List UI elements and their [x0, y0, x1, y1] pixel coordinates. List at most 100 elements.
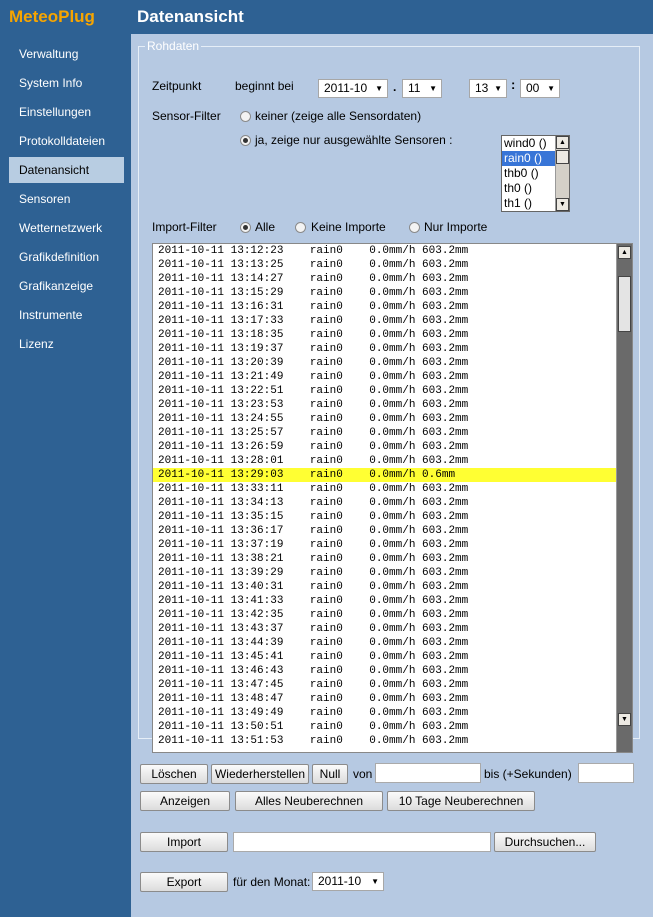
- import-filter-nur-label: Nur Importe: [424, 220, 488, 234]
- sidebar-item-lizenz[interactable]: Lizenz: [9, 331, 124, 357]
- hour-select[interactable]: 13 ▼: [469, 79, 507, 98]
- chevron-down-icon: ▼: [429, 84, 437, 93]
- main-content: Rohdaten Zeitpunkt beginnt bei 2011-10 ▼ …: [131, 34, 653, 917]
- log-row: 2011-10-11 13:44:39 rain0 0.0mm/h 603.2m…: [158, 637, 469, 649]
- scroll-down-icon[interactable]: ▼: [556, 198, 569, 211]
- scroll-thumb[interactable]: [556, 150, 569, 164]
- month-select-value: 2011-10: [324, 81, 368, 95]
- export-month-select[interactable]: 2011-10 ▼: [312, 872, 384, 891]
- chevron-down-icon: ▼: [371, 877, 379, 886]
- hour-select-value: 13: [475, 81, 489, 95]
- sensor-filter-selected-radio[interactable]: [240, 135, 251, 146]
- log-row: 2011-10-11 13:29:03 rain0 0.0mm/h 0.6mm: [153, 468, 616, 482]
- log-row: 2011-10-11 13:50:51 rain0 0.0mm/h 603.2m…: [158, 721, 469, 733]
- chevron-down-icon: ▼: [547, 84, 555, 93]
- day-select-value: 11: [408, 81, 421, 95]
- raw-data-log[interactable]: 2011-10-11 13:12:23 rain0 0.0mm/h 603.2m…: [152, 243, 633, 753]
- log-row: 2011-10-11 13:37:19 rain0 0.0mm/h 603.2m…: [158, 539, 469, 551]
- log-row: 2011-10-11 13:24:55 rain0 0.0mm/h 603.2m…: [158, 413, 469, 425]
- log-row: 2011-10-11 13:38:21 rain0 0.0mm/h 603.2m…: [158, 553, 469, 565]
- page-title: Datenansicht: [137, 7, 244, 26]
- loeschen-button[interactable]: Löschen: [140, 764, 208, 784]
- sidebar-item-grafikanzeige[interactable]: Grafikanzeige: [9, 273, 124, 299]
- log-rows: 2011-10-11 13:12:23 rain0 0.0mm/h 603.2m…: [153, 244, 616, 748]
- chevron-down-icon: ▼: [494, 84, 502, 93]
- header-bar: Datenansicht: [131, 0, 653, 34]
- bis-label: bis (+Sekunden): [484, 767, 572, 781]
- scroll-thumb[interactable]: [618, 276, 631, 332]
- import-filter-label: Import-Filter: [152, 220, 217, 234]
- import-filter-keine-radio[interactable]: [295, 222, 306, 233]
- sensor-listbox[interactable]: wind0 () rain0 () thb0 () th0 () th1 () …: [501, 135, 570, 212]
- time-separator: :: [511, 77, 516, 92]
- von-label: von: [353, 767, 373, 781]
- sidebar-item-wetternetzwerk[interactable]: Wetternetzwerk: [9, 215, 124, 241]
- import-filter-nur-radio[interactable]: [409, 222, 420, 233]
- import-filter-alle-radio[interactable]: [240, 222, 251, 233]
- wiederherstellen-button[interactable]: Wiederherstellen: [211, 764, 309, 784]
- sidebar-item-instrumente[interactable]: Instrumente: [9, 302, 124, 328]
- import-button[interactable]: Import: [140, 832, 228, 852]
- log-row: 2011-10-11 13:13:25 rain0 0.0mm/h 603.2m…: [158, 259, 469, 271]
- import-file-input[interactable]: [233, 832, 491, 852]
- log-row: 2011-10-11 13:43:37 rain0 0.0mm/h 603.2m…: [158, 623, 469, 635]
- log-row: 2011-10-11 13:48:47 rain0 0.0mm/h 603.2m…: [158, 693, 469, 705]
- log-row: 2011-10-11 13:36:17 rain0 0.0mm/h 603.2m…: [158, 525, 469, 537]
- log-row: 2011-10-11 13:15:29 rain0 0.0mm/h 603.2m…: [158, 287, 469, 299]
- scroll-up-icon[interactable]: ▲: [618, 246, 631, 259]
- log-row: 2011-10-11 13:45:41 rain0 0.0mm/h 603.2m…: [158, 651, 469, 663]
- log-row: 2011-10-11 13:20:39 rain0 0.0mm/h 603.2m…: [158, 357, 469, 369]
- date-separator: .: [393, 80, 397, 94]
- sidebar-item-sensoren[interactable]: Sensoren: [9, 186, 124, 212]
- log-row: 2011-10-11 13:26:59 rain0 0.0mm/h 603.2m…: [158, 441, 469, 453]
- log-row: 2011-10-11 13:47:45 rain0 0.0mm/h 603.2m…: [158, 679, 469, 691]
- begins-label: beginnt bei: [235, 79, 294, 93]
- sensor-scrollbar[interactable]: ▲ ▼: [555, 136, 569, 211]
- sidebar-item-verwaltung[interactable]: Verwaltung: [9, 41, 124, 67]
- log-row: 2011-10-11 13:34:13 rain0 0.0mm/h 603.2m…: [158, 497, 469, 509]
- null-button[interactable]: Null: [312, 764, 348, 784]
- sidebar-item-system-info[interactable]: System Info: [9, 70, 124, 96]
- log-row: 2011-10-11 13:28:01 rain0 0.0mm/h 603.2m…: [158, 455, 469, 467]
- log-row: 2011-10-11 13:14:27 rain0 0.0mm/h 603.2m…: [158, 273, 469, 285]
- rohdaten-legend: Rohdaten: [147, 39, 200, 53]
- sidebar-item-grafikdefinition[interactable]: Grafikdefinition: [9, 244, 124, 270]
- sensor-filter-none-radio[interactable]: [240, 111, 251, 122]
- sidebar-item-datenansicht[interactable]: Datenansicht: [9, 157, 124, 183]
- durchsuchen-button[interactable]: Durchsuchen...: [494, 832, 596, 852]
- log-row: 2011-10-11 13:40:31 rain0 0.0mm/h 603.2m…: [158, 581, 469, 593]
- log-row: 2011-10-11 13:12:23 rain0 0.0mm/h 603.2m…: [158, 245, 469, 257]
- app-logo: MeteoPlug: [9, 7, 95, 26]
- log-row: 2011-10-11 13:16:31 rain0 0.0mm/h 603.2m…: [158, 301, 469, 313]
- rohdaten-fieldset: Rohdaten Zeitpunkt beginnt bei 2011-10 ▼ …: [138, 39, 640, 753]
- month-select[interactable]: 2011-10 ▼: [318, 79, 388, 98]
- log-scrollbar[interactable]: ▲ ▼: [616, 244, 632, 752]
- alles-neuberechnen-button[interactable]: Alles Neuberechnen: [235, 791, 383, 811]
- log-row: 2011-10-11 13:35:15 rain0 0.0mm/h 603.2m…: [158, 511, 469, 523]
- scroll-down-icon[interactable]: ▼: [618, 713, 631, 726]
- import-filter-keine-label: Keine Importe: [311, 220, 386, 234]
- tage-neuberechnen-button[interactable]: 10 Tage Neuberechnen: [387, 791, 535, 811]
- fuer-monat-label: für den Monat:: [233, 875, 311, 889]
- export-month-value: 2011-10: [318, 874, 362, 888]
- sidebar-item-einstellungen[interactable]: Einstellungen: [9, 99, 124, 125]
- log-row: 2011-10-11 13:33:11 rain0 0.0mm/h 603.2m…: [158, 483, 469, 495]
- log-row: 2011-10-11 13:19:37 rain0 0.0mm/h 603.2m…: [158, 343, 469, 355]
- log-row: 2011-10-11 13:21:49 rain0 0.0mm/h 603.2m…: [158, 371, 469, 383]
- import-filter-alle-label: Alle: [255, 220, 276, 234]
- scroll-up-icon[interactable]: ▲: [556, 136, 569, 149]
- bis-input[interactable]: [578, 763, 634, 783]
- export-button[interactable]: Export: [140, 872, 228, 892]
- minute-select[interactable]: 00 ▼: [520, 79, 560, 98]
- day-select[interactable]: 11 ▼: [402, 79, 442, 98]
- log-row: 2011-10-11 13:41:33 rain0 0.0mm/h 603.2m…: [158, 595, 469, 607]
- von-input[interactable]: [375, 763, 481, 783]
- minute-select-value: 00: [526, 81, 540, 95]
- log-row: 2011-10-11 13:18:35 rain0 0.0mm/h 603.2m…: [158, 329, 469, 341]
- sidebar-item-protokolldateien[interactable]: Protokolldateien: [9, 128, 124, 154]
- anzeigen-button[interactable]: Anzeigen: [140, 791, 230, 811]
- log-row: 2011-10-11 13:39:29 rain0 0.0mm/h 603.2m…: [158, 567, 469, 579]
- chevron-down-icon: ▼: [375, 84, 383, 93]
- log-row: 2011-10-11 13:46:43 rain0 0.0mm/h 603.2m…: [158, 665, 469, 677]
- sensor-filter-label: Sensor-Filter: [152, 109, 221, 123]
